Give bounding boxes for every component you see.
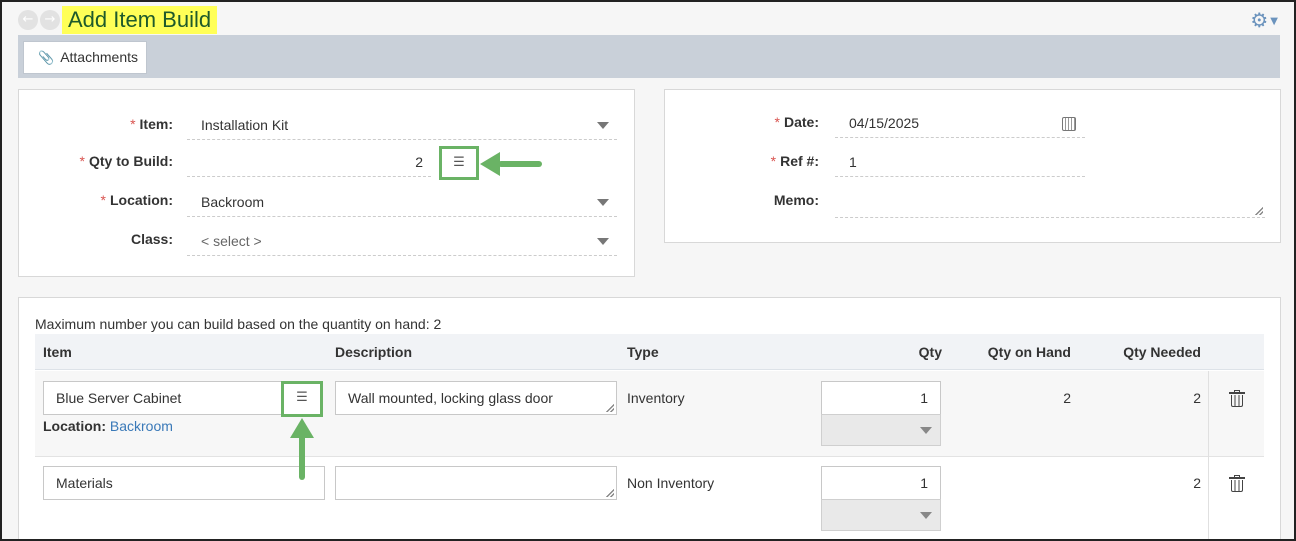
component-unit-select[interactable] [821,414,941,446]
trash-icon[interactable] [1229,475,1245,492]
resize-handle-icon[interactable] [606,489,614,497]
components-table-header: Item Description Type Qty Qty on Hand Qt… [35,334,1264,370]
column-divider [1208,457,1209,539]
memo-textarea[interactable] [835,186,1265,218]
class-label: Class: [130,231,173,247]
component-description-textarea[interactable]: Wall mounted, locking glass door [335,381,617,415]
component-type: Non Inventory [627,475,715,491]
date-label: * Date: [774,114,819,130]
class-select[interactable]: < select > [187,226,617,256]
resize-handle-icon[interactable] [1255,207,1263,215]
ref-input[interactable]: 1 [835,147,1085,177]
qty-to-build-input[interactable]: 2 [187,147,431,177]
component-location: Location: Backroom [43,418,173,434]
component-list-button[interactable]: ☰ [281,381,323,417]
col-qty-needed: Qty Needed [1123,344,1201,360]
max-build-note: Maximum number you can build based on th… [35,316,442,332]
chevron-down-icon [920,427,932,434]
chevron-down-icon [920,512,932,519]
location-select[interactable]: Backroom [187,187,617,217]
table-row: Blue Server Cabinet Location: Backroom W… [35,371,1264,457]
column-divider [1208,371,1209,457]
app-window: ← → Add Item Build ⚙ ▼ 📎 Attachments * Item… [0,0,1296,541]
component-qty-on-hand: 2 [1063,390,1071,406]
chevron-down-icon [597,199,609,206]
item-select[interactable]: Installation Kit [187,110,617,140]
table-row: Materials Non Inventory 1 2 [35,457,1264,539]
date-input[interactable]: 04/15/2025 [835,108,1085,138]
component-qty-input[interactable]: 1 [821,466,941,500]
page-title: Add Item Build [62,6,218,34]
ref-label: * Ref #: [770,153,819,169]
component-unit-select[interactable] [821,499,941,531]
annotation-arrow-up-icon [290,418,314,438]
build-details-panel: * Item: Installation Kit * Qty to Build: 2… [18,89,635,277]
trash-icon[interactable] [1229,390,1245,407]
resize-handle-icon[interactable] [606,404,614,412]
paperclip-icon: 📎 [38,51,55,66]
numbered-list-icon: ☰ [296,390,308,405]
qty-to-build-label: * Qty to Build: [79,153,173,169]
attachments-button[interactable]: 📎 Attachments [23,41,147,74]
back-arrow-icon[interactable]: ← [18,10,38,30]
forward-arrow-icon[interactable]: → [40,10,60,30]
col-qty-on-hand: Qty on Hand [987,344,1071,360]
item-label: * Item: [130,116,173,132]
annotation-arrow-left-icon [480,152,500,176]
location-label: * Location: [100,192,173,208]
calendar-icon[interactable] [1062,117,1076,131]
attachments-label: Attachments [60,49,139,65]
toolbar: 📎 Attachments [18,35,1280,78]
col-description: Description [335,344,413,360]
component-list-button[interactable]: ☰ [439,146,479,180]
header-details-panel: * Date: 04/15/2025 * Ref #: 1 Memo: [664,89,1281,243]
gear-icon: ⚙ [1250,8,1269,32]
chevron-down-icon [597,238,609,245]
numbered-list-icon: ☰ [453,155,465,170]
chevron-down-icon [597,122,609,129]
component-qty-needed: 2 [1193,475,1201,491]
component-item-input[interactable]: Materials [43,466,325,500]
annotation-arrow-shaft [299,434,305,480]
component-type: Inventory [627,390,685,406]
annotation-arrow-shaft [498,161,542,167]
components-panel: Maximum number you can build based on th… [18,297,1281,539]
col-qty: Qty [918,344,942,360]
col-item: Item [43,344,72,360]
component-item-input[interactable]: Blue Server Cabinet [43,381,283,415]
component-description-textarea[interactable] [335,466,617,500]
memo-label: Memo: [773,192,819,208]
component-qty-needed: 2 [1193,390,1201,406]
location-link[interactable]: Backroom [110,418,173,434]
chevron-down-icon: ▼ [1270,16,1278,27]
col-type: Type [627,344,659,360]
component-qty-input[interactable]: 1 [821,381,941,415]
settings-menu[interactable]: ⚙ ▼ [1250,8,1278,32]
